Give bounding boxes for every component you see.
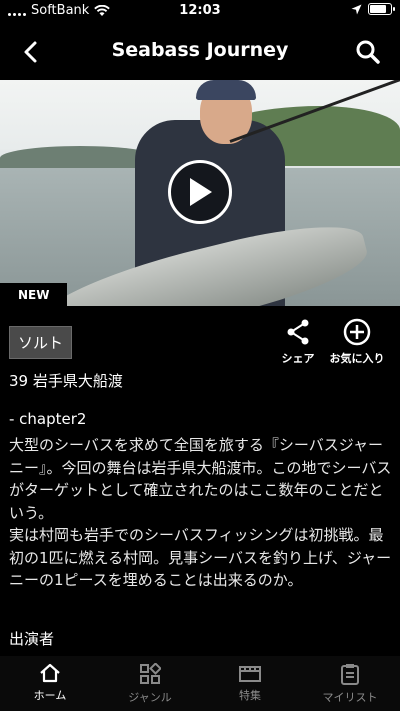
- tab-label-mylist: マイリスト: [322, 691, 378, 704]
- episode-detail: ソルト シェア お気に入り 39 岩手県大船渡 - chapter2 大型のシー…: [0, 306, 400, 656]
- video-thumbnail[interactable]: NEW: [0, 80, 400, 306]
- tab-genre[interactable]: ジャンル: [100, 656, 200, 711]
- play-icon: [190, 178, 212, 206]
- home-icon: [40, 663, 60, 683]
- battery-icon: [368, 3, 395, 15]
- location-icon: [351, 4, 362, 14]
- grid-icon: [140, 663, 161, 684]
- tab-label-genre: ジャンル: [128, 691, 172, 704]
- favorite-label: お気に入り: [329, 352, 385, 365]
- back-button[interactable]: [14, 36, 46, 68]
- search-icon: [356, 40, 380, 64]
- episode-title: 39 岩手県大船渡: [9, 372, 123, 390]
- share-button[interactable]: シェア: [276, 318, 320, 366]
- tab-mylist[interactable]: マイリスト: [300, 656, 400, 711]
- cast-heading: 出演者: [9, 630, 55, 648]
- page-title: Seabass Journey: [111, 39, 289, 61]
- plus-circle-icon: [343, 318, 371, 346]
- chapter-label: - chapter2: [9, 410, 87, 428]
- tab-label-home: ホーム: [33, 689, 67, 702]
- tab-home[interactable]: ホーム: [0, 656, 100, 711]
- share-icon: [287, 319, 309, 345]
- favorite-button[interactable]: お気に入り: [322, 318, 392, 366]
- new-badge: NEW: [0, 283, 68, 306]
- share-label: シェア: [281, 352, 315, 365]
- tab-label-feature: 特集: [239, 689, 261, 702]
- film-icon: [239, 666, 261, 682]
- status-bar: SoftBank 12:03: [0, 0, 400, 22]
- chevron-left-icon: [24, 41, 37, 63]
- episode-description: 大型のシーバスを求めて全国を旅する『シーバスジャーニー』。今回の舞台は岩手県大船…: [9, 436, 392, 589]
- clipboard-icon: [341, 664, 359, 685]
- clock: 12:03: [179, 3, 221, 18]
- play-button[interactable]: [168, 160, 232, 224]
- tab-feature[interactable]: 特集: [200, 656, 300, 711]
- tab-bar: ホーム ジャンル 特集 マイリスト: [0, 656, 400, 711]
- category-tag[interactable]: ソルト: [9, 326, 73, 359]
- search-button[interactable]: [352, 36, 384, 68]
- nav-bar: Seabass Journey: [0, 22, 400, 80]
- thumbnail-angler-cap: [196, 80, 256, 100]
